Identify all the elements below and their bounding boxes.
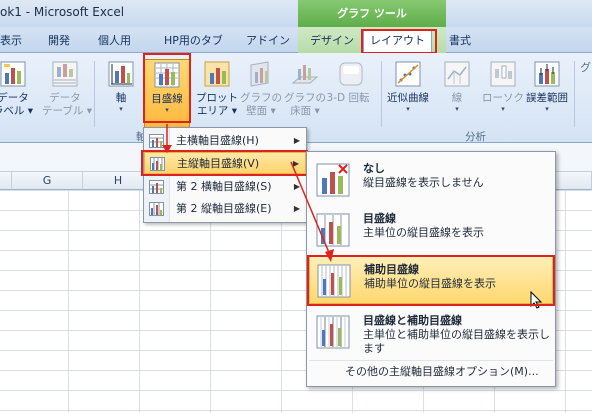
arrow-line (290, 161, 331, 256)
annotation-arrows (162, 124, 334, 262)
excel-window: ok1 - Microsoft Excel グラフ ツール 表示 開発 個人用 … (0, 0, 592, 413)
arrow-head-icon (162, 145, 172, 153)
arrow-head-icon (325, 249, 334, 262)
